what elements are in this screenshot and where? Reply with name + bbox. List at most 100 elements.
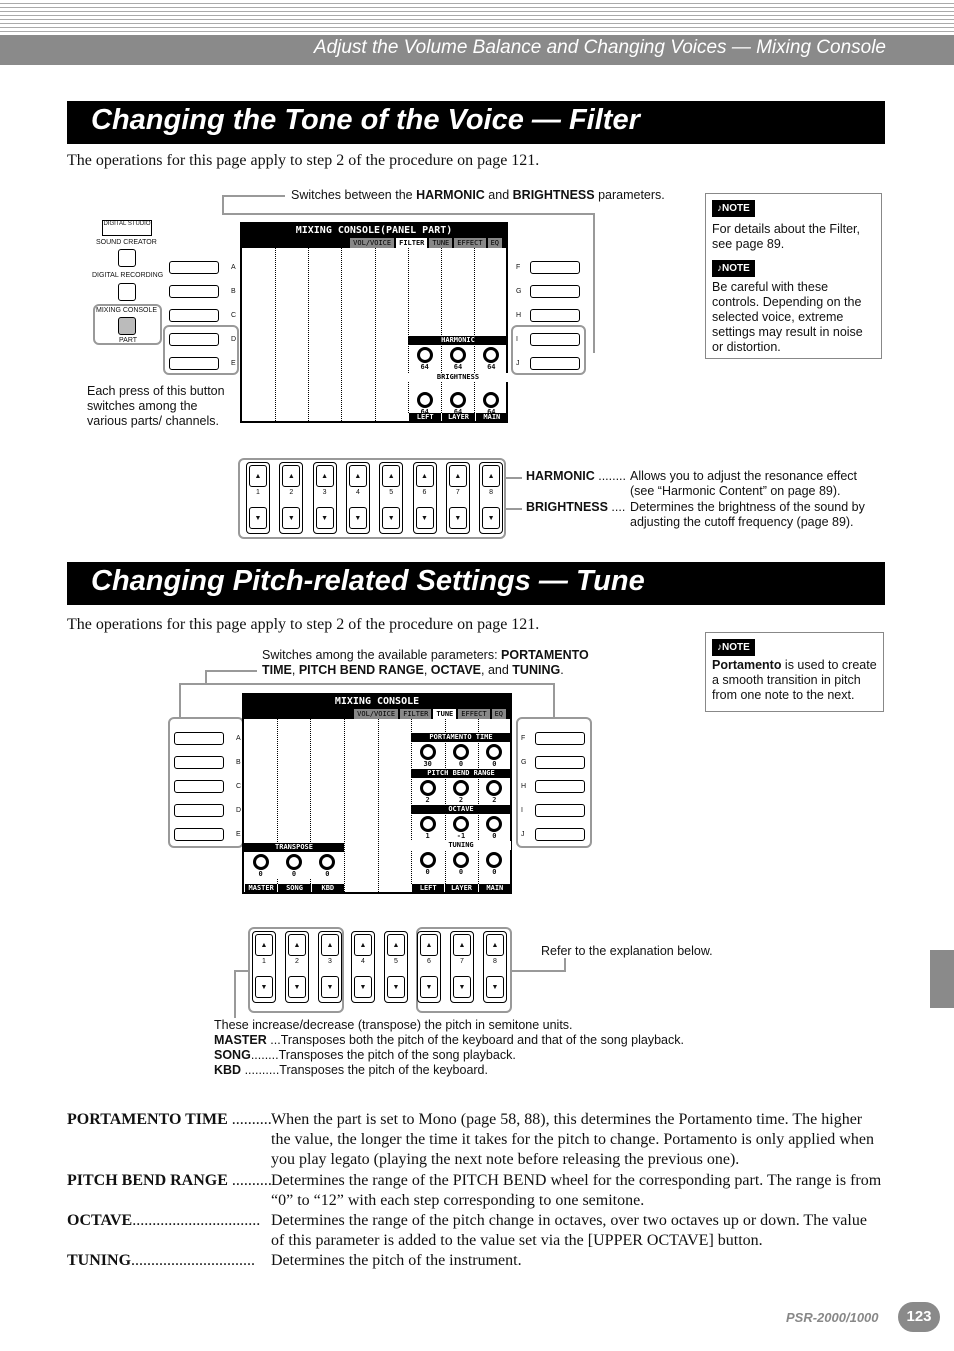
down-arrow-icon[interactable]: ▼ [348, 507, 367, 529]
panel-button-e[interactable] [169, 357, 219, 370]
down-arrow-icon[interactable]: ▼ [420, 976, 438, 998]
panel-button-f[interactable] [535, 732, 585, 745]
up-down-button-3[interactable]: ▲ 3 ▼ [318, 931, 342, 1003]
up-arrow-icon[interactable]: ▲ [453, 934, 471, 956]
down-arrow-icon[interactable]: ▼ [448, 507, 467, 529]
knob[interactable]: 2 [478, 778, 511, 804]
lcd-tab-effect[interactable]: EFFECT [458, 709, 490, 719]
panel-button-b[interactable] [174, 756, 224, 769]
down-arrow-icon[interactable]: ▼ [382, 507, 401, 529]
panel-button-g[interactable] [535, 756, 585, 769]
down-arrow-icon[interactable]: ▼ [255, 976, 273, 998]
knob[interactable]: 0 [311, 852, 344, 878]
knob[interactable]: 0 [478, 742, 511, 768]
sound-creator-button[interactable] [118, 249, 136, 267]
panel-button-d[interactable] [174, 804, 224, 817]
term: OCTAVE [67, 1212, 133, 1229]
panel-button-i[interactable] [530, 333, 580, 346]
panel-button-c[interactable] [169, 309, 219, 322]
lcd-tab-filter[interactable]: FILTER [396, 238, 428, 248]
up-down-button-1[interactable]: ▲ 1 ▼ [246, 462, 270, 534]
panel-button-h[interactable] [530, 309, 580, 322]
up-arrow-icon[interactable]: ▲ [255, 934, 273, 956]
knob[interactable]: 0 [478, 850, 511, 876]
up-arrow-icon[interactable]: ▲ [321, 934, 339, 956]
panel-button-b[interactable] [169, 285, 219, 298]
knob[interactable]: 0 [478, 814, 511, 840]
down-arrow-icon[interactable]: ▼ [486, 976, 504, 998]
down-arrow-icon[interactable]: ▼ [453, 976, 471, 998]
mixing-console-button[interactable] [118, 317, 136, 335]
down-arrow-icon[interactable]: ▼ [354, 976, 372, 998]
lcd-tab-eq[interactable]: EQ [491, 709, 506, 719]
up-arrow-icon[interactable]: ▲ [282, 465, 301, 487]
down-arrow-icon[interactable]: ▼ [315, 507, 334, 529]
up-arrow-icon[interactable]: ▲ [249, 465, 267, 487]
panel-button-a[interactable] [169, 261, 219, 274]
up-arrow-icon[interactable]: ▲ [420, 934, 438, 956]
digital-recording-button[interactable] [118, 283, 136, 301]
panel-button-g[interactable] [530, 285, 580, 298]
knob[interactable]: 64 [408, 345, 441, 371]
panel-button-d[interactable] [169, 333, 219, 346]
down-arrow-icon[interactable]: ▼ [387, 976, 405, 998]
up-arrow-icon[interactable]: ▲ [448, 465, 467, 487]
knob[interactable]: 1 [411, 814, 444, 840]
up-arrow-icon[interactable]: ▲ [415, 465, 434, 487]
lcd-tab-tune[interactable]: TUNE [433, 709, 457, 719]
up-arrow-icon[interactable]: ▲ [288, 934, 306, 956]
up-arrow-icon[interactable]: ▲ [482, 465, 501, 487]
knob[interactable]: 0 [411, 850, 444, 876]
up-down-button-6[interactable]: ▲ 6 ▼ [412, 462, 437, 534]
up-arrow-icon[interactable]: ▲ [486, 934, 504, 956]
up-down-button-2[interactable]: ▲ 2 ▼ [285, 931, 309, 1003]
knob[interactable]: 2 [444, 778, 477, 804]
up-down-button-7[interactable]: ▲ 7 ▼ [450, 931, 474, 1003]
panel-button-j[interactable] [535, 828, 585, 841]
up-arrow-icon[interactable]: ▲ [348, 465, 367, 487]
up-arrow-icon[interactable]: ▲ [387, 934, 405, 956]
knob[interactable]: 2 [411, 778, 444, 804]
up-down-button-5[interactable]: ▲ 5 ▼ [379, 462, 404, 534]
lcd-tab-tune[interactable]: TUNE [429, 238, 453, 248]
knob[interactable]: 64 [475, 345, 508, 371]
lcd-tab-filter[interactable]: FILTER [400, 709, 432, 719]
knob[interactable]: 64 [441, 345, 474, 371]
up-down-button-8[interactable]: ▲ 8 ▼ [483, 931, 507, 1003]
up-down-button-6[interactable]: ▲ 6 ▼ [417, 931, 441, 1003]
lcd-tab-volvoice[interactable]: VOL/VOICE [350, 238, 395, 248]
lcd-tab-eq[interactable]: EQ [487, 238, 502, 248]
panel-button-h[interactable] [535, 780, 585, 793]
panel-button-c[interactable] [174, 780, 224, 793]
up-down-button-4[interactable]: ▲ 4 ▼ [351, 931, 375, 1003]
up-arrow-icon[interactable]: ▲ [354, 934, 372, 956]
down-arrow-icon[interactable]: ▼ [249, 507, 267, 529]
up-arrow-icon[interactable]: ▲ [315, 465, 334, 487]
knob[interactable]: 0 [244, 852, 277, 878]
up-down-button-1[interactable]: ▲ 1 ▼ [252, 931, 276, 1003]
up-down-button-8[interactable]: ▲ 8 ▼ [479, 462, 504, 534]
up-down-button-5[interactable]: ▲ 5 ▼ [384, 931, 408, 1003]
up-down-button-3[interactable]: ▲ 3 ▼ [312, 462, 337, 534]
knob[interactable]: -1 [444, 814, 477, 840]
knob[interactable]: 0 [444, 742, 477, 768]
panel-button-e[interactable] [174, 828, 224, 841]
knob[interactable]: 0 [444, 850, 477, 876]
panel-button-f[interactable] [530, 261, 580, 274]
panel-button-i[interactable] [535, 804, 585, 817]
down-arrow-icon[interactable]: ▼ [282, 507, 301, 529]
up-down-button-7[interactable]: ▲ 7 ▼ [445, 462, 470, 534]
up-arrow-icon[interactable]: ▲ [382, 465, 401, 487]
up-down-button-2[interactable]: ▲ 2 ▼ [279, 462, 304, 534]
up-down-button-4[interactable]: ▲ 4 ▼ [345, 462, 370, 534]
lcd-tab-effect[interactable]: EFFECT [454, 238, 486, 248]
down-arrow-icon[interactable]: ▼ [321, 976, 339, 998]
down-arrow-icon[interactable]: ▼ [415, 507, 434, 529]
panel-button-a[interactable] [174, 732, 224, 745]
knob[interactable]: 0 [277, 852, 310, 878]
down-arrow-icon[interactable]: ▼ [482, 507, 501, 529]
panel-button-j[interactable] [530, 357, 580, 370]
knob[interactable]: 30 [411, 742, 444, 768]
lcd-tab-volvoice[interactable]: VOL/VOICE [354, 709, 399, 719]
down-arrow-icon[interactable]: ▼ [288, 976, 306, 998]
